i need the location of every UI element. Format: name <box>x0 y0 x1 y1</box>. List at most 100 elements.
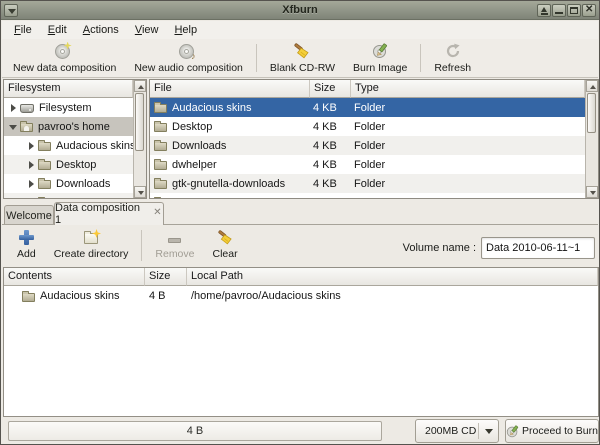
expander-icon[interactable] <box>26 140 38 152</box>
column-header-file[interactable]: File <box>150 80 310 98</box>
disc-capacity-combo[interactable]: 200MB CD <box>415 419 499 443</box>
column-header-size[interactable]: Size <box>145 268 187 286</box>
tree-row-downloads[interactable]: Downloads <box>4 174 133 193</box>
file-row-gtk-gnutella-downloads[interactable]: gtk-gnutella-downloads 4 KB Folder <box>150 174 585 193</box>
scrollbar-thumb[interactable] <box>587 93 596 133</box>
proceed-to-burn-button[interactable]: Proceed to Burn <box>505 419 599 443</box>
tree-row-label: Desktop <box>56 159 96 171</box>
scroll-up-icon[interactable] <box>134 80 146 92</box>
contents-row-audacious-skins[interactable]: Audacious skins 4 B /home/pavroo/Audacio… <box>4 286 598 306</box>
folder-icon <box>154 142 167 151</box>
clear-button[interactable]: Clear <box>204 225 247 266</box>
volume-name-input[interactable] <box>481 237 595 259</box>
file-row-dwhelper[interactable]: dwhelper 4 KB Folder <box>150 155 585 174</box>
tree-row-desktop[interactable]: Desktop <box>4 155 133 174</box>
file-row-desktop[interactable]: Desktop 4 KB Folder <box>150 117 585 136</box>
disc-usage-value: 4 B <box>187 425 204 437</box>
tab-label: Data composition 1 <box>55 202 147 226</box>
menu-view[interactable]: View <box>127 22 167 38</box>
close-button[interactable] <box>582 4 596 17</box>
toolbar-button-label: New audio composition <box>134 62 243 74</box>
menu-help[interactable]: Help <box>166 22 205 38</box>
tree-row-label: pavroo's home <box>38 121 110 133</box>
tab-welcome[interactable]: Welcome <box>4 205 54 225</box>
tree-row-dwhelper[interactable]: dwhelper <box>4 193 133 198</box>
tree-row-pavroos-home[interactable]: pavroo's home <box>4 117 133 136</box>
scrollbar-thumb[interactable] <box>135 93 144 151</box>
expander-icon[interactable] <box>26 178 38 190</box>
toolbar-button-label: Burn Image <box>353 62 407 74</box>
create-directory-button[interactable]: Create directory <box>45 225 138 266</box>
column-header-local-path[interactable]: Local Path <box>187 268 598 286</box>
file-row-audacious-skins[interactable]: Audacious skins 4 KB Folder <box>150 98 585 117</box>
expander-icon[interactable] <box>8 121 20 133</box>
burn-disc-icon <box>506 425 519 438</box>
volume-name-label: Volume name : <box>403 242 476 254</box>
add-plus-icon <box>19 230 34 245</box>
folder-icon <box>38 142 51 151</box>
toolbar-separator <box>256 44 257 72</box>
contents-name: Audacious skins <box>40 290 120 302</box>
folder-icon <box>154 123 167 132</box>
new-directory-icon <box>84 233 98 244</box>
scroll-down-icon[interactable] <box>586 186 598 198</box>
filesystem-column-header[interactable]: Filesystem <box>4 80 133 98</box>
xfburn-window: Xfburn File Edit Actions View Help New d… <box>0 0 600 445</box>
add-button[interactable]: Add <box>8 225 45 266</box>
volume-name-group: Volume name : <box>403 237 595 259</box>
new-data-composition-button[interactable]: New data composition <box>4 39 125 77</box>
new-audio-composition-button[interactable]: New audio composition <box>125 39 252 77</box>
combo-dropdown-zone[interactable] <box>479 429 498 434</box>
file-name: gtk-gnutella-downloads <box>172 178 285 190</box>
column-header-type[interactable]: Type <box>351 80 585 98</box>
file-row-music[interactable]: Music 4 KB Folder <box>150 193 585 198</box>
column-header-size[interactable]: Size <box>310 80 351 98</box>
titlebar[interactable]: Xfburn <box>1 1 599 20</box>
file-type: Folder <box>350 197 585 199</box>
tree-row-filesystem[interactable]: Filesystem <box>4 98 133 117</box>
toolbar-separator <box>420 44 421 72</box>
menu-file[interactable]: File <box>6 22 40 38</box>
file-name: Music <box>172 197 201 199</box>
folder-icon <box>38 180 51 189</box>
broom-icon <box>217 230 234 245</box>
tree-row-audacious-skins[interactable]: Audacious skins <box>4 136 133 155</box>
burn-disc-icon <box>372 43 388 59</box>
toolbar-button-label: Blank CD-RW <box>270 62 335 74</box>
tree-row-label: dwhelper <box>56 197 101 199</box>
tab-data-composition[interactable]: Data composition 1 <box>54 202 164 225</box>
tab-bar: Welcome Data composition 1 <box>2 201 598 225</box>
toolbar-separator <box>141 230 142 261</box>
contents-local-path: /home/pavroo/Audacious skins <box>187 290 598 302</box>
menu-edit[interactable]: Edit <box>40 22 75 38</box>
tree-scrollbar[interactable] <box>133 80 146 198</box>
scroll-down-icon[interactable] <box>134 186 146 198</box>
window-controls <box>537 4 596 17</box>
folder-icon <box>22 293 35 302</box>
minimize-button[interactable] <box>552 4 566 17</box>
file-list-scrollbar[interactable] <box>585 80 598 198</box>
expander-icon[interactable] <box>26 197 38 199</box>
refresh-button[interactable]: Refresh <box>425 39 480 77</box>
main-toolbar: New data composition New audio compositi… <box>2 39 598 78</box>
blank-cdrw-button[interactable]: Blank CD-RW <box>261 39 344 77</box>
burn-image-button[interactable]: Burn Image <box>344 39 416 77</box>
expander-icon[interactable] <box>8 102 20 114</box>
tree-row-label: Audacious skins <box>56 140 133 152</box>
shade-button[interactable] <box>537 4 551 17</box>
expander-icon[interactable] <box>26 159 38 171</box>
filesystem-tree: Filesystem pavroo's home Audacious skins… <box>4 98 133 198</box>
scroll-up-icon[interactable] <box>586 80 598 92</box>
maximize-icon <box>570 7 578 14</box>
refresh-icon <box>445 43 461 59</box>
folder-icon <box>154 180 167 189</box>
maximize-button[interactable] <box>567 4 581 17</box>
tree-row-label: Filesystem <box>39 102 92 114</box>
column-header-contents[interactable]: Contents <box>4 268 145 286</box>
menu-actions[interactable]: Actions <box>75 22 127 38</box>
create-directory-label: Create directory <box>54 248 129 260</box>
data-cd-icon <box>55 44 70 59</box>
file-row-downloads[interactable]: Downloads 4 KB Folder <box>150 136 585 155</box>
file-type: Folder <box>350 178 585 190</box>
tab-close-icon[interactable] <box>153 209 163 219</box>
